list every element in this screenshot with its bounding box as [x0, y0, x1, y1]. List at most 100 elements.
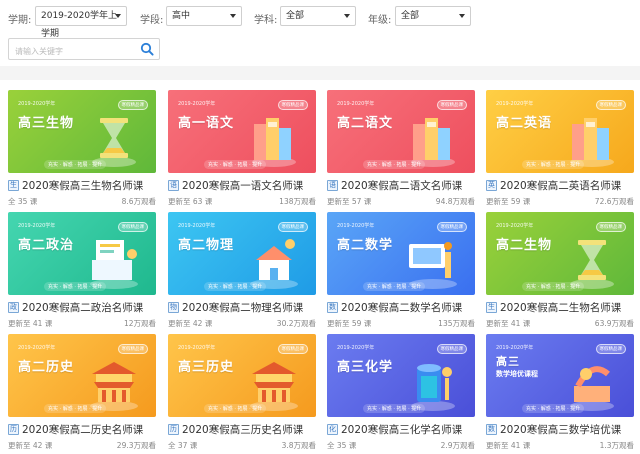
course-thumbnail[interactable]: 2019-2020学年 寒假精品课 高三化学 充实 · 解惑 · 拓展 · 提升: [327, 334, 475, 417]
view-count: 30.2万观看: [276, 319, 316, 328]
course-card[interactable]: 2019-2020学年 寒假精品课 高二英语 充实 · 解惑 · 拓展 · 提升…: [486, 90, 634, 208]
course-thumbnail[interactable]: 2019-2020学年 寒假精品课 高二数学 充实 · 解惑 · 拓展 · 提升: [327, 212, 475, 295]
lesson-count: 更新至 41 课: [486, 319, 531, 328]
course-card[interactable]: 2019-2020学年 寒假精品课 高三 数学培优课程 充实 · 解惑 · 拓展…: [486, 334, 634, 452]
grade-select[interactable]: 全部: [395, 6, 471, 26]
temple-icon: [250, 362, 298, 411]
thumbnail-year: 2019-2020学年: [18, 345, 56, 351]
course-thumbnail[interactable]: 2019-2020学年 寒假精品课 高二政治 充实 · 解惑 · 拓展 · 提升: [8, 212, 156, 295]
subject-badge: 语: [327, 180, 338, 191]
thumbnail-year: 2019-2020学年: [18, 101, 56, 107]
lesson-count: 更新至 59 课: [486, 197, 531, 206]
thumbnail-title: 高二语文: [337, 116, 394, 131]
course-title[interactable]: 2020寒假高一语文名师课: [182, 178, 303, 193]
course-thumbnail[interactable]: 2019-2020学年 寒假精品课 高三生物 充实 · 解惑 · 拓展 · 提升: [8, 90, 156, 173]
thumbnail-tagline: 充实 · 解惑 · 拓展 · 提升: [44, 282, 107, 291]
lesson-count: 更新至 41 课: [486, 441, 531, 450]
course-title[interactable]: 2020寒假高二语文名师课: [341, 178, 462, 193]
chevron-down-icon: [115, 14, 121, 18]
term-select-value: 2019-2020学年上学期: [41, 11, 118, 39]
course-card[interactable]: 2019-2020学年 寒假精品课 高二历史 充实 · 解惑 · 拓展 · 提升…: [8, 334, 156, 452]
view-count: 1.3万观看: [599, 441, 634, 450]
stage-select[interactable]: 高中: [166, 6, 242, 26]
course-thumbnail[interactable]: 2019-2020学年 寒假精品课 高二语文 充实 · 解惑 · 拓展 · 提升: [327, 90, 475, 173]
thumbnail-year: 2019-2020学年: [178, 101, 216, 107]
course-card[interactable]: 2019-2020学年 寒假精品课 高二生物 充实 · 解惑 · 拓展 · 提升…: [486, 212, 634, 330]
lesson-count: 更新至 42 课: [168, 319, 213, 328]
course-card[interactable]: 2019-2020学年 寒假精品课 高二数学 充实 · 解惑 · 拓展 · 提升…: [327, 212, 475, 330]
lesson-count: 更新至 41 课: [8, 319, 53, 328]
subject-select-value: 全部: [286, 11, 305, 21]
subject-select[interactable]: 全部: [280, 6, 356, 26]
course-title[interactable]: 2020寒假高三化学名师课: [341, 422, 462, 437]
search-box: [8, 38, 160, 62]
search-icon[interactable]: [140, 42, 154, 56]
thumbnail-tagline: 充实 · 解惑 · 拓展 · 提升: [204, 404, 267, 413]
view-count: 72.6万观看: [594, 197, 634, 206]
course-title[interactable]: 2020寒假高二数学名师课: [341, 300, 462, 315]
chevron-down-icon: [230, 14, 236, 18]
thumbnail-tagline: 充实 · 解惑 · 拓展 · 提升: [204, 160, 267, 169]
course-title[interactable]: 2020寒假高三生物名师课: [22, 178, 143, 193]
stage-select-value: 高中: [172, 11, 191, 21]
course-card[interactable]: 2019-2020学年 寒假精品课 高三生物 充实 · 解惑 · 拓展 · 提升…: [8, 90, 156, 208]
course-title[interactable]: 2020寒假高三数学培优课: [500, 422, 621, 437]
thumbnail-title: 高三化学: [337, 360, 394, 375]
course-thumbnail[interactable]: 2019-2020学年 寒假精品课 高三 数学培优课程 充实 · 解惑 · 拓展…: [486, 334, 634, 417]
thumbnail-tagline: 充实 · 解惑 · 拓展 · 提升: [44, 404, 107, 413]
course-title[interactable]: 2020寒假高二历史名师课: [22, 422, 143, 437]
view-count: 94.8万观看: [435, 197, 475, 206]
view-count: 63.9万观看: [594, 319, 634, 328]
course-thumbnail[interactable]: 2019-2020学年 寒假精品课 高一语文 充实 · 解惑 · 拓展 · 提升: [168, 90, 316, 173]
thumbnail-year: 2019-2020学年: [496, 101, 534, 107]
filter-bar: 学期: 2019-2020学年上学期 学段: 高中 学科: 全部 年级: 全部: [0, 0, 640, 68]
course-card[interactable]: 2019-2020学年 寒假精品课 高二语文 充实 · 解惑 · 拓展 · 提升…: [327, 90, 475, 208]
course-thumbnail[interactable]: 2019-2020学年 寒假精品课 高二生物 充实 · 解惑 · 拓展 · 提升: [486, 212, 634, 295]
course-thumbnail[interactable]: 2019-2020学年 寒假精品课 高三历史 充实 · 解惑 · 拓展 · 提升: [168, 334, 316, 417]
subject-badge: 生: [8, 180, 19, 191]
house-icon: [250, 239, 298, 289]
thumbnail-year: 2019-2020学年: [337, 345, 375, 351]
term-select[interactable]: 2019-2020学年上学期: [35, 6, 127, 39]
thumbnail-title: 高三历史: [178, 360, 235, 375]
thumbnail-title: 高一语文: [178, 116, 235, 131]
course-title[interactable]: 2020寒假高二生物名师课: [500, 300, 621, 315]
grade-select-value: 全部: [401, 11, 420, 21]
course-title[interactable]: 2020寒假高三历史名师课: [182, 422, 303, 437]
view-count: 12万观看: [123, 319, 156, 328]
subject-badge: 数: [327, 302, 338, 313]
thumbnail-title: 高二历史: [18, 360, 75, 375]
thumbnail-year: 2019-2020学年: [18, 223, 56, 229]
thumbnail-subtitle: 数学培优课程: [496, 370, 538, 378]
thumbnail-tagline: 充实 · 解惑 · 拓展 · 提升: [522, 404, 585, 413]
course-title[interactable]: 2020寒假高二物理名师课: [182, 300, 303, 315]
course-card[interactable]: 2019-2020学年 寒假精品课 高二政治 充实 · 解惑 · 拓展 · 提升…: [8, 212, 156, 330]
course-title[interactable]: 2020寒假高二英语名师课: [500, 178, 621, 193]
course-card[interactable]: 2019-2020学年 寒假精品课 高一语文 充实 · 解惑 · 拓展 · 提升…: [168, 90, 316, 208]
grade-label: 年级:: [368, 15, 392, 26]
thumbnail-year: 2019-2020学年: [496, 345, 534, 351]
course-thumbnail[interactable]: 2019-2020学年 寒假精品课 高二物理 充实 · 解惑 · 拓展 · 提升: [168, 212, 316, 295]
subject-badge: 历: [168, 424, 179, 435]
course-title[interactable]: 2020寒假高二政治名师课: [22, 300, 143, 315]
hourglass-icon: [570, 240, 614, 289]
view-count: 138万观看: [279, 197, 316, 206]
course-thumbnail[interactable]: 2019-2020学年 寒假精品课 高二英语 充实 · 解惑 · 拓展 · 提升: [486, 90, 634, 173]
course-card[interactable]: 2019-2020学年 寒假精品课 高三历史 充实 · 解惑 · 拓展 · 提升…: [168, 334, 316, 452]
course-thumbnail[interactable]: 2019-2020学年 寒假精品课 高二历史 充实 · 解惑 · 拓展 · 提升: [8, 334, 156, 417]
lesson-count: 全 35 课: [327, 441, 357, 450]
subject-label: 学科:: [254, 15, 278, 26]
thumbnail-tagline: 充实 · 解惑 · 拓展 · 提升: [44, 160, 107, 169]
subject-badge: 历: [8, 424, 19, 435]
subject-badge: 化: [327, 424, 338, 435]
thumbnail-tagline: 充实 · 解惑 · 拓展 · 提升: [363, 404, 426, 413]
lesson-count: 更新至 63 课: [168, 197, 213, 206]
course-card[interactable]: 2019-2020学年 寒假精品课 高二物理 充实 · 解惑 · 拓展 · 提升…: [168, 212, 316, 330]
lesson-count: 更新至 59 课: [327, 319, 372, 328]
thumbnail-title: 高二英语: [496, 116, 553, 131]
thumbnail-title: 高二数学: [337, 238, 394, 253]
thumbnail-title: 高二物理: [178, 238, 235, 253]
search-input[interactable]: [9, 41, 137, 62]
lesson-count: 更新至 57 课: [327, 197, 372, 206]
course-card[interactable]: 2019-2020学年 寒假精品课 高三化学 充实 · 解惑 · 拓展 · 提升…: [327, 334, 475, 452]
